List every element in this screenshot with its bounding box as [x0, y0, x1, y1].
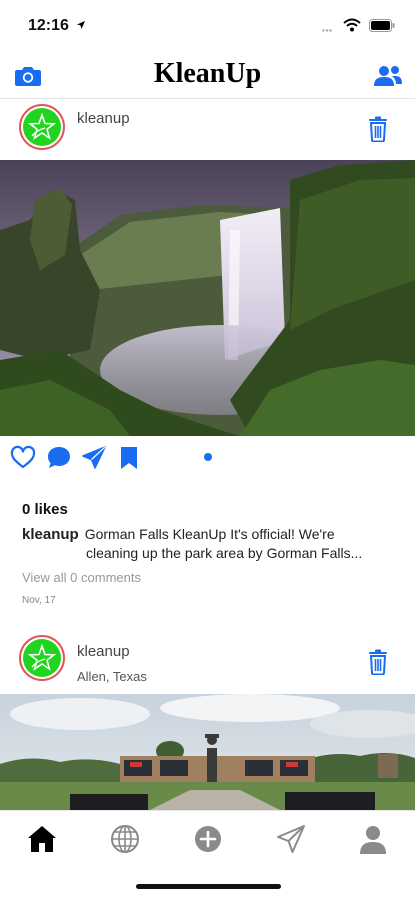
signal-dots-icon: [322, 29, 332, 32]
app-title: KleanUp: [153, 58, 262, 89]
caption-text-line1: Gorman Falls KleanUp It's official! We'r…: [84, 526, 335, 542]
caption-text-line2: cleaning up the park area by Gorman Fall…: [86, 545, 363, 561]
home-indicator[interactable]: [136, 884, 281, 889]
avatar[interactable]: [19, 635, 65, 681]
status-icons: [343, 18, 395, 32]
header: KleanUp: [0, 52, 415, 99]
post-location[interactable]: Allen, Texas: [77, 669, 147, 684]
trash-icon[interactable]: [367, 116, 389, 142]
status-bar: 12:16: [0, 0, 415, 52]
page-indicator-dot: [204, 453, 212, 461]
post-actions: [0, 445, 415, 479]
heart-icon[interactable]: [10, 445, 36, 471]
star-logo-icon: [27, 643, 57, 671]
caption-username[interactable]: kleanup: [22, 526, 79, 543]
caption: kleanup Gorman Falls KleanUp It's officia…: [22, 523, 394, 546]
post-username[interactable]: kleanup: [77, 643, 130, 660]
profile-icon[interactable]: [357, 823, 389, 855]
send-icon[interactable]: [81, 445, 107, 471]
trash-icon[interactable]: [367, 649, 389, 675]
like-count: 0 likes: [22, 501, 68, 518]
send-icon[interactable]: [275, 823, 307, 855]
location-arrow-icon: [77, 21, 85, 29]
globe-icon[interactable]: [109, 823, 141, 855]
battery-icon: [369, 18, 395, 32]
avatar-fill: [23, 108, 61, 146]
view-comments-link[interactable]: View all 0 comments: [22, 570, 141, 585]
post-date: Nov, 17: [22, 595, 56, 606]
comment-icon[interactable]: [46, 445, 72, 471]
status-time: 12:16: [28, 17, 69, 34]
wifi-icon: [343, 18, 361, 32]
avatar-fill: [23, 639, 61, 677]
post-username[interactable]: kleanup: [77, 110, 130, 127]
post-photo[interactable]: [0, 160, 415, 436]
avatar[interactable]: [19, 104, 65, 150]
post-photo[interactable]: [0, 694, 415, 810]
bookmark-icon[interactable]: [116, 445, 142, 471]
star-logo-icon: [27, 112, 57, 140]
home-icon[interactable]: [26, 823, 58, 855]
people-icon[interactable]: [373, 64, 403, 88]
add-icon[interactable]: [192, 823, 224, 855]
